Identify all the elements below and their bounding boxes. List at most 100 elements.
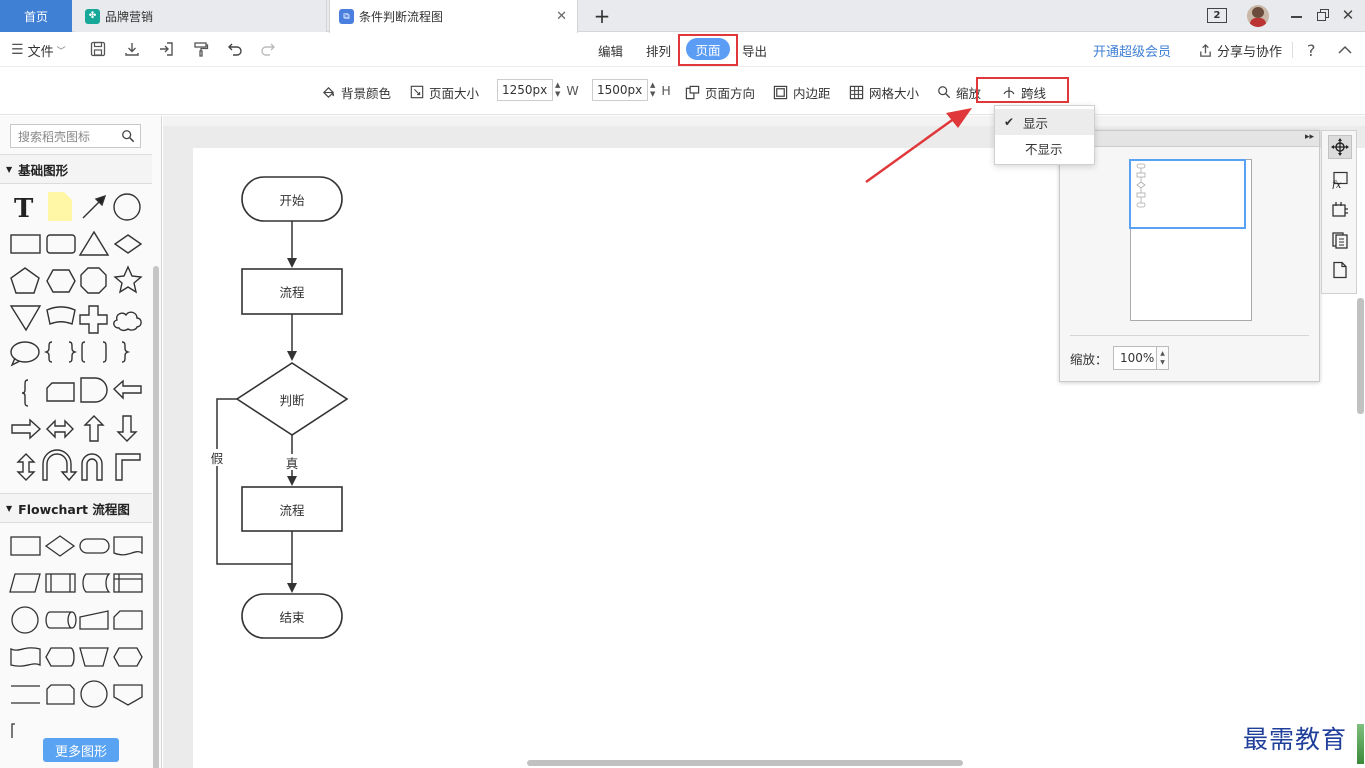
- format-painter-icon[interactable]: [193, 41, 209, 57]
- fc-annotation-shape[interactable]: [11, 685, 40, 704]
- padding-button[interactable]: 内边距: [773, 82, 831, 102]
- width-stepper[interactable]: 1250px ▲ ▼ W: [497, 79, 579, 101]
- fc-internal-storage-shape[interactable]: [113, 573, 143, 593]
- fc-connector-shape[interactable]: [11, 606, 39, 634]
- avatar[interactable]: [1247, 5, 1269, 27]
- collapse-panel-icon[interactable]: ▸▸: [1305, 132, 1314, 142]
- fc-data-shape[interactable]: [9, 573, 41, 593]
- corner-shape[interactable]: [115, 453, 141, 481]
- page-settings-button[interactable]: [1328, 258, 1352, 282]
- delay-shape[interactable]: [80, 377, 108, 403]
- undo-icon[interactable]: [227, 41, 243, 57]
- right-arrow-shape[interactable]: [11, 418, 42, 440]
- pages-button[interactable]: [1328, 228, 1352, 252]
- navigator-viewport[interactable]: [1129, 159, 1246, 229]
- arrow-line-shape[interactable]: [82, 194, 107, 219]
- vertical-double-arrow-shape[interactable]: [16, 453, 36, 481]
- tab-home[interactable]: 首页: [0, 0, 72, 32]
- u-arrow-shape[interactable]: [81, 453, 103, 481]
- grid-size-button[interactable]: 网格大小: [849, 82, 919, 102]
- fc-stored-data-shape[interactable]: [82, 573, 111, 593]
- fc-display-shape[interactable]: [45, 647, 75, 667]
- sidebar-scrollbar[interactable]: [153, 266, 159, 768]
- horizontal-scrollbar[interactable]: [527, 760, 963, 766]
- add-tab-button[interactable]: +: [592, 4, 612, 28]
- tab-brand-marketing[interactable]: ✤ 品牌营销: [75, 0, 327, 32]
- search-input[interactable]: 搜索稻壳图标: [10, 124, 141, 148]
- menu-edit[interactable]: 编辑: [598, 33, 623, 67]
- dropdown-item-show[interactable]: ✔ 显示: [995, 109, 1094, 135]
- collapse-toolbar-icon[interactable]: [1338, 45, 1352, 55]
- fc-process-shape[interactable]: [10, 536, 41, 556]
- height-spin[interactable]: ▲ ▼: [650, 81, 655, 99]
- double-arrow-shape[interactable]: [46, 419, 74, 439]
- restore-icon[interactable]: [1317, 9, 1329, 21]
- navigator-header[interactable]: ▸▸: [1060, 131, 1319, 147]
- pentagon-shape[interactable]: [10, 267, 40, 294]
- note-shape[interactable]: [48, 192, 72, 221]
- triangle-shape[interactable]: [78, 230, 110, 256]
- up-arrow-shape[interactable]: [83, 415, 105, 442]
- down-arrow-shape[interactable]: [116, 415, 138, 442]
- share-button[interactable]: 分享与协作: [1198, 33, 1282, 67]
- brace-pair-shape[interactable]: [43, 341, 78, 363]
- width-spin[interactable]: ▲ ▼: [555, 81, 560, 99]
- page-size-button[interactable]: 页面大小: [410, 82, 479, 102]
- fc-card-shape[interactable]: [113, 610, 143, 630]
- save-icon[interactable]: [90, 41, 106, 57]
- formula-button[interactable]: fx: [1328, 168, 1352, 192]
- fc-loop-limit-shape[interactable]: [46, 684, 75, 705]
- diamond-shape[interactable]: [113, 234, 143, 254]
- redo-icon[interactable]: [260, 41, 276, 57]
- fc-off-page-shape[interactable]: [113, 684, 143, 706]
- star-shape[interactable]: [113, 265, 143, 294]
- section-flowchart-shapes[interactable]: ▼ Flowchart 流程图: [0, 493, 152, 523]
- file-menu[interactable]: ☰ 文件 ﹀: [11, 33, 66, 67]
- background-color-button[interactable]: 背景颜色: [321, 82, 391, 102]
- fc-decision-shape[interactable]: [44, 535, 76, 557]
- fc-document-shape[interactable]: [113, 536, 143, 556]
- speech-bubble-shape[interactable]: [10, 341, 40, 367]
- left-arrow-shape[interactable]: [112, 379, 142, 400]
- download-icon[interactable]: [124, 41, 140, 57]
- navigator-toggle-button[interactable]: [1328, 135, 1352, 159]
- cloud-shape[interactable]: [113, 311, 142, 332]
- text-tool-shape[interactable]: T: [14, 194, 34, 224]
- tab-flowchart[interactable]: ⧉ 条件判断流程图 ✕: [329, 0, 578, 33]
- octagon-shape[interactable]: [80, 267, 107, 294]
- menu-arrange[interactable]: 排列: [646, 33, 671, 67]
- window-count-badge[interactable]: 2: [1207, 8, 1227, 23]
- fc-bracket-shape[interactable]: [11, 723, 15, 738]
- width-input[interactable]: 1250px: [497, 79, 553, 101]
- zoom-button[interactable]: 缩放: [937, 82, 981, 102]
- vip-link[interactable]: 开通超级会员: [1093, 33, 1171, 67]
- left-brace-shape[interactable]: [21, 379, 29, 407]
- page-orientation-button[interactable]: 页面方向: [685, 82, 755, 102]
- dropdown-item-hide[interactable]: 不显示: [995, 135, 1094, 161]
- vertical-scrollbar[interactable]: [1357, 298, 1364, 414]
- fc-manual-input-shape[interactable]: [79, 610, 109, 630]
- fc-predefined-process-shape[interactable]: [45, 573, 76, 593]
- fc-sequential-data-shape[interactable]: [80, 680, 108, 708]
- navigator-zoom-input[interactable]: 100%: [1113, 346, 1157, 370]
- inverted-triangle-shape[interactable]: [9, 305, 42, 332]
- right-brace-shape[interactable]: [121, 341, 131, 363]
- rounded-rectangle-shape[interactable]: [46, 234, 76, 254]
- fc-direct-data-shape[interactable]: [45, 611, 77, 629]
- bracket-pair-shape[interactable]: [81, 341, 107, 363]
- fc-terminator-shape[interactable]: [79, 538, 110, 554]
- search-icon[interactable]: [121, 129, 135, 143]
- close-window-icon[interactable]: ✕: [1340, 6, 1356, 24]
- banner-shape[interactable]: [46, 306, 76, 325]
- import-icon[interactable]: [158, 41, 174, 57]
- close-tab-icon[interactable]: ✕: [556, 9, 567, 24]
- circle-shape[interactable]: [113, 193, 141, 221]
- navigator-zoom-spin[interactable]: ▲ ▼: [1157, 346, 1169, 370]
- fc-punched-tape-shape[interactable]: [10, 647, 41, 667]
- card-shape[interactable]: [46, 382, 75, 402]
- hexagon-shape[interactable]: [46, 269, 76, 293]
- fc-preparation-shape[interactable]: [113, 647, 143, 667]
- menu-export[interactable]: 导出: [742, 33, 767, 67]
- minimize-icon[interactable]: [1291, 16, 1302, 18]
- rectangle-shape[interactable]: [10, 234, 41, 254]
